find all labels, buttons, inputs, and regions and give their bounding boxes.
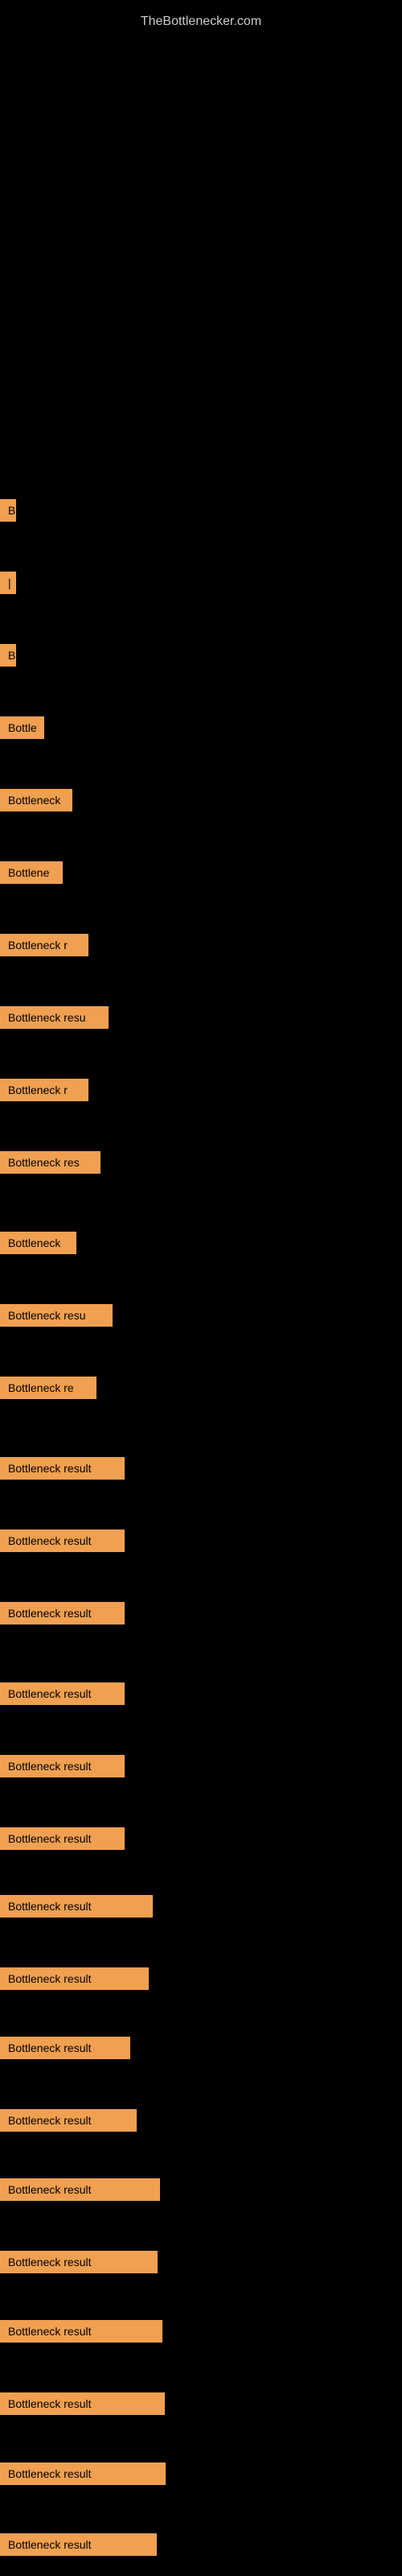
bottleneck-result-item: Bottleneck result [0, 2392, 165, 2415]
bottleneck-result-item: Bottleneck r [0, 934, 88, 956]
bottleneck-result-item: Bottleneck result [0, 1895, 153, 1918]
bottleneck-result-item: Bottleneck [0, 789, 72, 811]
bottleneck-result-item: Bottleneck r [0, 1079, 88, 1101]
site-title: TheBottlenecker.com [0, 6, 402, 37]
bottleneck-result-item: Bottleneck resu [0, 1006, 109, 1029]
bottleneck-result-item: Bottleneck result [0, 1967, 149, 1990]
bottleneck-result-item: Bottleneck result [0, 1602, 125, 1624]
bottleneck-result-item: Bottleneck result [0, 1457, 125, 1480]
bottleneck-result-item: Bottleneck result [0, 2533, 157, 2556]
bottleneck-result-item: Bottleneck result [0, 2320, 162, 2343]
bottleneck-result-item: Bottleneck result [0, 1827, 125, 1850]
bottleneck-result-item: Bottleneck result [0, 1682, 125, 1705]
bottleneck-result-item: Bottle [0, 716, 44, 739]
bottleneck-result-item: Bottleneck result [0, 2037, 130, 2059]
bottleneck-result-item: | [0, 572, 16, 594]
bottleneck-result-item: B [0, 499, 16, 522]
bottleneck-result-item: Bottleneck result [0, 1530, 125, 1552]
bottleneck-result-item: Bottleneck [0, 1232, 76, 1254]
bottleneck-result-item: Bottleneck result [0, 2109, 137, 2132]
bottleneck-result-item: Bottleneck resu [0, 1304, 113, 1327]
bottleneck-result-item: Bottleneck result [0, 2462, 166, 2485]
bottleneck-result-item: B [0, 644, 16, 667]
bottleneck-result-item: Bottleneck result [0, 2178, 160, 2201]
bottleneck-result-item: Bottlene [0, 861, 63, 884]
bottleneck-result-item: Bottleneck result [0, 2251, 158, 2273]
bottleneck-result-item: Bottleneck result [0, 1755, 125, 1777]
bottleneck-result-item: Bottleneck re [0, 1377, 96, 1399]
bottleneck-result-item: Bottleneck res [0, 1151, 100, 1174]
